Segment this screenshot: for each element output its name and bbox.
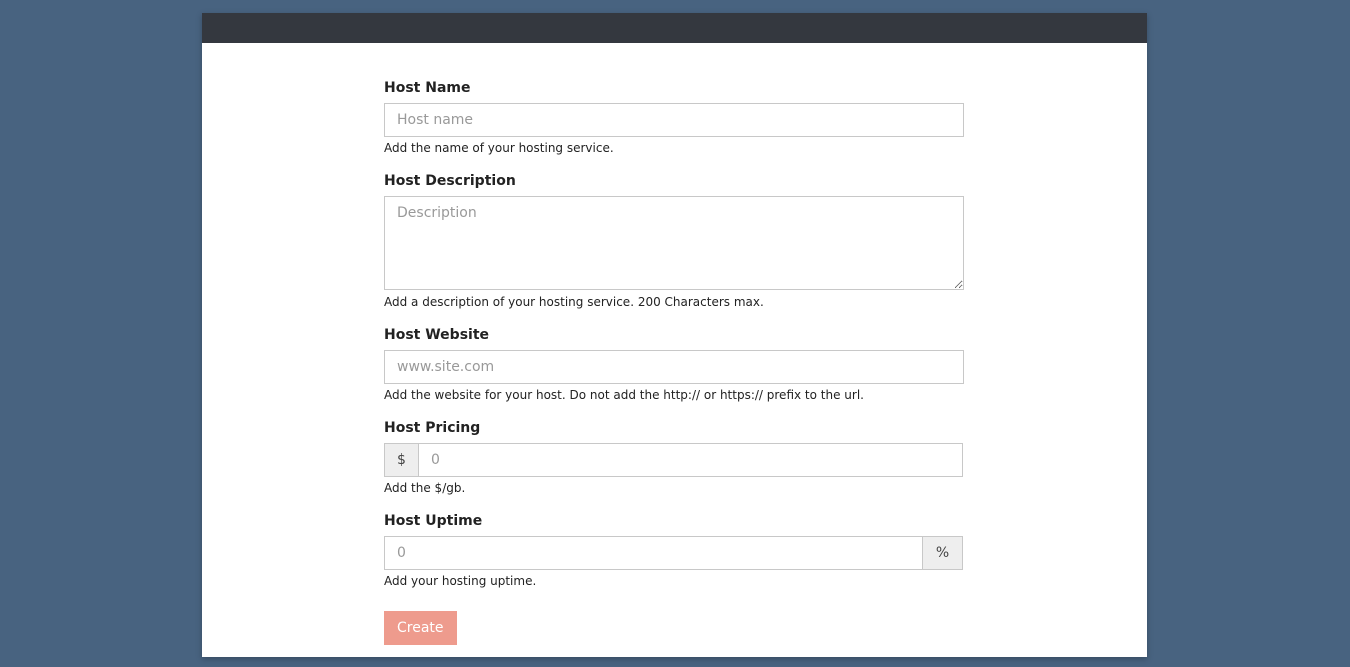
host-uptime-input[interactable] [384, 536, 923, 570]
host-website-label: Host Website [384, 327, 490, 343]
dollar-addon: $ [384, 443, 418, 477]
host-uptime-input-group: % [384, 536, 963, 570]
host-pricing-group: Host Pricing $ Add the $/gb. [384, 419, 964, 496]
host-name-label: Host Name [384, 80, 471, 96]
host-description-label: Host Description [384, 173, 516, 189]
host-uptime-group: Host Uptime % Add your hosting uptime. [384, 512, 964, 589]
percent-addon: % [923, 536, 963, 570]
host-pricing-input[interactable] [418, 443, 963, 477]
host-website-input[interactable] [384, 350, 964, 384]
form-card: Host Name Add the name of your hosting s… [202, 13, 1147, 657]
host-description-help: Add a description of your hosting servic… [384, 295, 764, 309]
host-uptime-help: Add your hosting uptime. [384, 574, 537, 588]
host-website-group: Host Website Add the website for your ho… [384, 326, 964, 403]
top-bar [202, 13, 1147, 43]
host-description-textarea[interactable] [384, 196, 964, 290]
host-name-group: Host Name Add the name of your hosting s… [384, 79, 964, 156]
host-name-input[interactable] [384, 103, 964, 137]
host-uptime-label: Host Uptime [384, 513, 483, 529]
host-form: Host Name Add the name of your hosting s… [384, 79, 964, 645]
host-description-group: Host Description Add a description of yo… [384, 172, 964, 310]
host-pricing-label: Host Pricing [384, 420, 481, 436]
host-name-help: Add the name of your hosting service. [384, 141, 614, 155]
create-button[interactable]: Create [384, 611, 457, 645]
host-pricing-input-group: $ [384, 443, 963, 477]
host-website-help: Add the website for your host. Do not ad… [384, 388, 864, 402]
host-pricing-help: Add the $/gb. [384, 481, 466, 495]
